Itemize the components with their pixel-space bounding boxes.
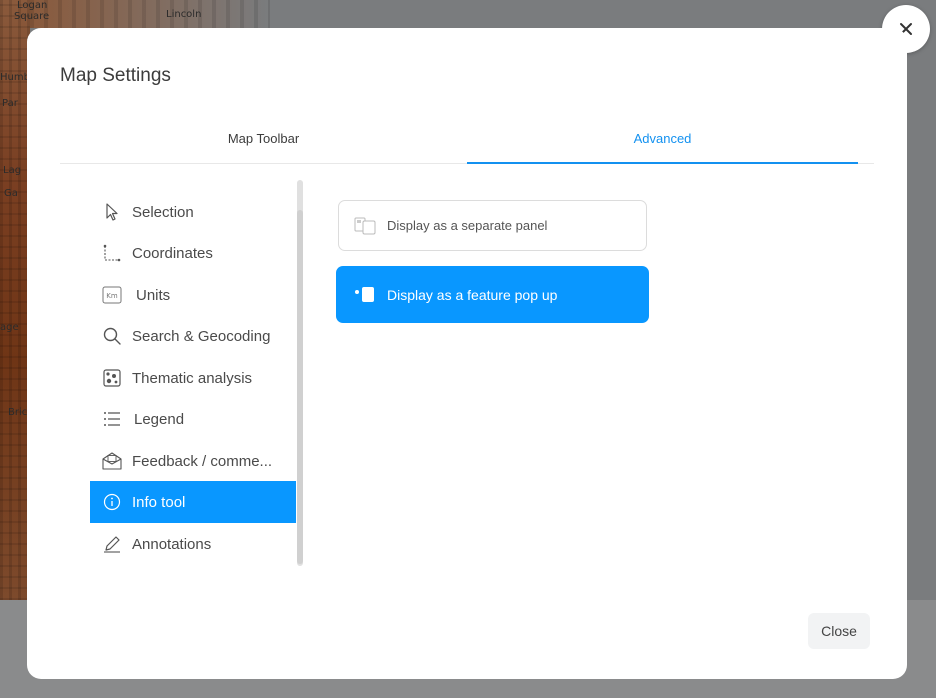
sidebar-item-legend[interactable]: Legend — [90, 398, 296, 440]
sidebar-item-label: Coordinates — [132, 244, 213, 262]
map-place-label: Bric — [8, 407, 28, 418]
separate-panel-icon — [354, 217, 376, 235]
sidebar-scrollbar-thumb[interactable] — [297, 210, 303, 564]
thematic-analysis-icon — [102, 368, 122, 388]
coordinates-icon — [102, 243, 122, 263]
map-choropleth-top — [30, 0, 270, 28]
sidebar-item-label: Thematic analysis — [132, 369, 253, 387]
sidebar-item-units[interactable]: Km Units — [90, 274, 296, 316]
sidebar-item-label: Selection — [132, 203, 194, 221]
map-place-label: Lincoln — [166, 9, 202, 20]
info-icon — [102, 492, 122, 512]
legend-list-icon — [102, 409, 122, 429]
tab-advanced[interactable]: Advanced — [467, 124, 858, 164]
pencil-icon — [102, 534, 122, 554]
sidebar-item-coordinates[interactable]: Coordinates — [90, 232, 296, 274]
sidebar-item-info-tool[interactable]: Info tool — [90, 481, 296, 523]
map-place-label: Lag — [3, 165, 22, 176]
map-settings-modal: Map Settings Map Toolbar Advanced Select… — [27, 28, 907, 679]
feedback-envelope-icon — [102, 451, 122, 471]
map-place-label: Par — [2, 98, 18, 109]
option-label: Display as a feature pop up — [387, 286, 558, 303]
sidebar-item-label: Legend — [134, 410, 185, 428]
tab-map-toolbar[interactable]: Map Toolbar — [60, 124, 467, 164]
sidebar-item-label: Feedback / comme... — [132, 452, 273, 470]
cursor-icon — [102, 202, 122, 222]
sidebar-item-annotations[interactable]: Annotations — [90, 523, 296, 565]
search-icon — [102, 326, 122, 346]
option-label: Display as a separate panel — [387, 218, 548, 233]
sidebar-item-label: Search & Geocoding — [132, 327, 271, 345]
sidebar-item-label: Annotations — [132, 535, 212, 553]
sidebar-scrollbar[interactable] — [297, 180, 303, 566]
map-choropleth-strip — [0, 0, 30, 600]
sidebar-item-search-geocoding[interactable]: Search & Geocoding — [90, 315, 296, 357]
map-place-label: age — [0, 322, 19, 333]
option-feature-popup[interactable]: Display as a feature pop up — [336, 266, 649, 323]
sidebar-item-label: Units — [136, 286, 171, 304]
km-units-icon: Km — [102, 285, 122, 305]
sidebar-item-thematic-analysis[interactable]: Thematic analysis — [90, 357, 296, 399]
close-button[interactable]: Close — [808, 613, 870, 649]
modal-title: Map Settings — [60, 65, 171, 86]
sidebar-item-selection[interactable]: Selection — [90, 191, 296, 233]
option-separate-panel[interactable]: Display as a separate panel — [338, 200, 647, 251]
settings-sidebar: Selection Coordinates Km Units Search & … — [90, 178, 304, 568]
sidebar-item-feedback[interactable]: Feedback / comme... — [90, 440, 296, 482]
svg-text:Km: Km — [106, 292, 118, 300]
map-place-label: Square — [14, 11, 50, 22]
map-place-label: Ga — [4, 188, 18, 199]
tab-bar: Map Toolbar Advanced — [60, 124, 874, 164]
sidebar-item-label: Info tool — [132, 493, 186, 511]
map-place-label: Logan — [17, 0, 48, 11]
feature-popup-icon — [354, 286, 376, 304]
